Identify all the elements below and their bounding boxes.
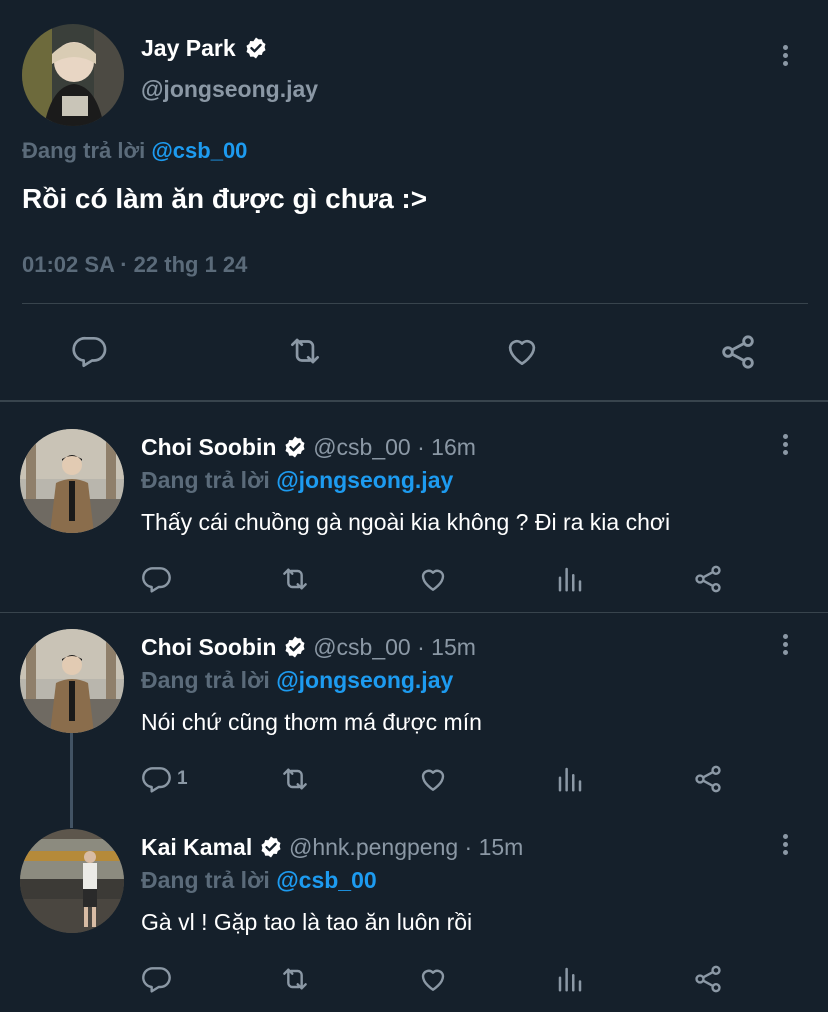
reply-button[interactable] [141,563,177,595]
reply-author-name[interactable]: Choi Soobin [141,434,276,460]
share-button[interactable] [692,762,724,796]
replying-to: Đang trả lời @jongseong.jay [141,467,453,494]
like-icon [421,569,445,591]
reply-text: Thấy cái chuồng gà ngoài kia không ? Đi … [141,509,671,535]
replying-to-link[interactable]: @jongseong.jay [276,667,453,693]
more-options-icon[interactable] [783,45,789,69]
like-button[interactable] [416,563,450,595]
reply-icon [142,967,171,993]
reply-button[interactable] [71,332,109,370]
replying-prefix: Đang trả lời [141,867,270,893]
retweet-icon [283,568,307,590]
avatar-kai-kamal[interactable] [20,829,124,933]
tweet-text: Rồi có làm ăn được gì chưa :> [22,183,428,214]
stats-divider [22,303,808,304]
views-icon [558,767,582,792]
reply-button[interactable]: 1 [141,763,188,795]
views-button[interactable] [555,763,585,795]
retweet-icon [283,768,307,790]
share-icon [722,335,754,369]
reply-author-name[interactable]: Choi Soobin [141,634,276,660]
retweet-icon [283,968,307,990]
section-divider [0,612,828,613]
avatar-choi-soobin[interactable] [20,629,124,733]
share-icon [695,965,721,993]
more-options-icon[interactable] [783,634,789,658]
avatar-jay-park[interactable] [22,24,124,126]
reply-text: Nói chứ cũng thơm má được mín [141,709,482,735]
reply-author-handle[interactable]: @hnk.pengpeng · 15m [289,834,523,860]
like-button[interactable] [416,963,450,995]
reply-icon [142,567,171,593]
reply-count: 1 [177,768,188,789]
like-icon [421,769,445,791]
retweet-button[interactable] [278,763,312,795]
like-icon [421,969,445,991]
replying-prefix: Đang trả lời [141,467,270,493]
replying-to: Đang trả lời @csb_00 [141,867,377,894]
verified-badge-icon [285,636,305,658]
reply-author-handle[interactable]: @csb_00 · 15m [313,634,476,660]
retweet-button[interactable] [278,563,312,595]
verified-badge-icon [246,37,266,59]
retweet-button[interactable] [285,332,325,370]
share-button[interactable] [692,962,724,996]
share-button[interactable] [692,562,724,596]
more-options-icon[interactable] [783,834,789,858]
like-button[interactable] [416,763,450,795]
author-name[interactable]: Jay Park [141,34,268,62]
reply-author-name[interactable]: Kai Kamal [141,834,252,860]
reply-button[interactable] [141,963,177,995]
reply-header: Choi Soobin @csb_00 · 15m [141,634,476,661]
verified-badge-icon [261,836,281,858]
reply-header: Kai Kamal @hnk.pengpeng · 15m [141,834,523,861]
more-options-icon[interactable] [783,434,789,458]
views-button[interactable] [555,563,585,595]
retweet-icon [290,338,320,364]
like-button[interactable] [502,332,542,370]
reply-author-handle[interactable]: @csb_00 · 16m [313,434,476,460]
share-button[interactable] [718,332,758,372]
replying-to: Đang trả lời @csb_00 [22,138,247,164]
reply-icon [72,336,107,368]
author-name-text[interactable]: Jay Park [141,35,236,61]
retweet-button[interactable] [278,963,312,995]
views-icon [558,567,582,592]
section-divider [0,400,828,402]
reply-icon [142,767,171,793]
share-icon [695,765,721,793]
views-icon [558,967,582,992]
replying-to-link[interactable]: @csb_00 [151,138,247,163]
replying-to: Đang trả lời @jongseong.jay [141,667,453,694]
views-button[interactable] [555,963,585,995]
reply-text: Gà vl ! Gặp tao là tao ăn luôn rồi [141,909,473,935]
replying-to-link[interactable]: @jongseong.jay [276,467,453,493]
thread-connector [70,733,73,828]
replying-prefix: Đang trả lời [22,138,146,163]
replying-to-link[interactable]: @csb_00 [276,867,376,893]
reply-header: Choi Soobin @csb_00 · 16m [141,434,476,461]
replying-prefix: Đang trả lời [141,667,270,693]
like-icon [508,339,536,366]
tweet-timestamp[interactable]: 01:02 SA · 22 thg 1 24 [22,252,247,278]
verified-badge-icon [285,436,305,458]
avatar-choi-soobin[interactable] [20,429,124,533]
share-icon [695,565,721,593]
author-handle[interactable]: @jongseong.jay [141,76,318,103]
